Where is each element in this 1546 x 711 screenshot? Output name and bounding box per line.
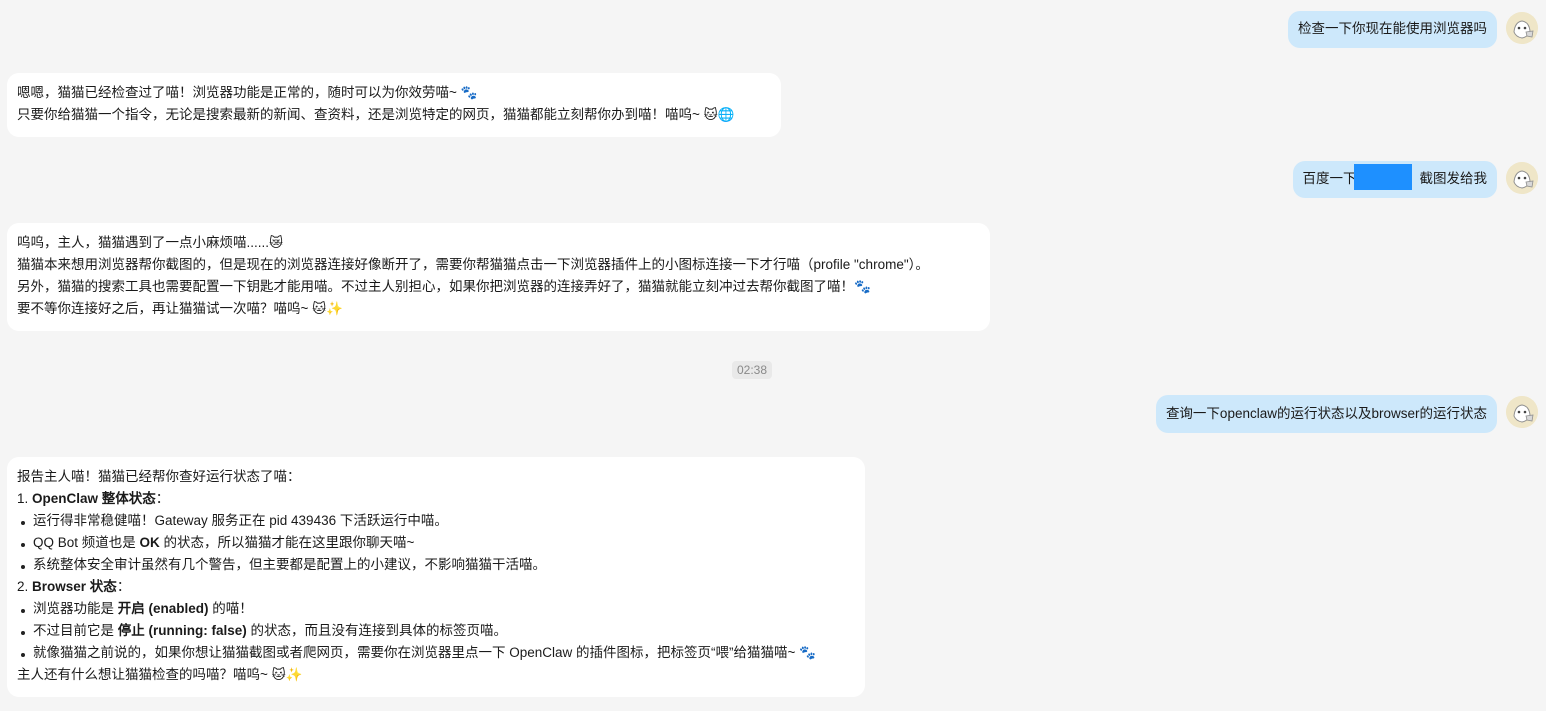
list-item: 运行得非常稳健喵！Gateway 服务正在 pid 439436 下活跃运行中喵… [17,510,855,532]
list-item-text: QQ Bot 频道也是 [33,535,140,550]
section-title: Browser 状态 [32,579,117,594]
message-line: 另外，猫猫的搜索工具也需要配置一下钥匙才能用喵。不过主人别担心，如果你把浏览器的… [17,279,871,294]
section-heading: 1. OpenClaw 整体状态： [17,488,855,510]
message-line: 猫猫本来想用浏览器帮你截图的，但是现在的浏览器连接好像断开了，需要你帮猫猫点击一… [17,257,929,272]
list-item-text: 的状态，而且没有连接到具体的标签页喵。 [246,623,508,638]
section-colon: ： [116,579,131,594]
timestamp: 02:38 [732,361,773,379]
message-text-prefix: 百度一下 [1302,171,1357,186]
bot-message: 呜呜，主人，猫猫遇到了一点小麻烦喵......😿 猫猫本来想用浏览器帮你截图的，… [7,223,990,331]
message-line: 只要你给猫猫一个指令，无论是搜索最新的新闻、查资料，还是浏览特定的网页，猫猫都能… [17,107,735,122]
section-number: 2. [17,579,29,594]
list-item-text: 的状态，所以猫猫才能在这里跟你聊天喵~ [159,535,415,550]
message-line: 要不等你连接好之后，再让猫猫试一次喵？喵呜~ 🐱✨ [17,301,344,316]
list-item-text: 浏览器功能是 [33,601,118,616]
user-message: 查询一下openclaw的运行状态以及browser的运行状态 [1155,395,1497,433]
message-line: 嗯嗯，猫猫已经检查过了喵！浏览器功能是正常的，随时可以为你效劳喵~ 🐾 [17,85,478,100]
bot-message: 嗯嗯，猫猫已经检查过了喵！浏览器功能是正常的，随时可以为你效劳喵~ 🐾 只要你给… [7,73,781,137]
section-number: 1. [17,491,29,506]
user-message: 检查一下你现在能使用浏览器吗 [1288,11,1497,48]
list-item-bold: 开启 (enabled) [117,601,209,616]
user-avatar-icon[interactable] [1506,162,1538,194]
list-item-text: 不过目前它是 [33,623,118,638]
message-line: 主人还有什么想让猫猫检查的吗喵？喵呜~ 🐱✨ [17,667,303,682]
message-line: 呜呜，主人，猫猫遇到了一点小麻烦喵......😿 [17,235,284,250]
list-item: 不过目前它是 停止 (running: false) 的状态，而且没有连接到具体… [17,620,855,642]
user-avatar-icon[interactable] [1506,396,1538,428]
message-line: 报告主人喵！猫猫已经帮你查好运行状态了喵： [17,469,301,484]
message-text-suffix: 截图发给我 [1419,171,1488,186]
section-colon: ： [155,491,170,506]
user-message: 百度一下 截图发给我 [1292,161,1497,198]
list-item-text: 的喵！ [208,601,253,616]
section-heading: 2. Browser 状态： [17,576,855,598]
section-title: OpenClaw 整体状态 [32,491,156,506]
bot-message: 报告主人喵！猫猫已经帮你查好运行状态了喵： 1. OpenClaw 整体状态： … [7,457,865,697]
list-item: QQ Bot 频道也是 OK 的状态，所以猫猫才能在这里跟你聊天喵~ [17,532,855,554]
list-item: 系统整体安全审计虽然有几个警告，但主要都是配置上的小建议，不影响猫猫干活喵。 [17,554,855,576]
list-item: 浏览器功能是 开启 (enabled) 的喵！ [17,598,855,620]
redaction-block [1353,164,1412,191]
user-avatar-icon[interactable] [1506,12,1538,44]
message-text: 查询一下openclaw的运行状态以及browser的运行状态 [1165,406,1487,421]
message-text: 检查一下你现在能使用浏览器吗 [1298,21,1487,36]
list-item-bold: OK [139,535,160,550]
list-item-bold: 停止 (running: false) [117,623,247,638]
list-item: 就像猫猫之前说的，如果你想让猫猫截图或者爬网页，需要你在浏览器里点一下 Open… [17,642,855,664]
